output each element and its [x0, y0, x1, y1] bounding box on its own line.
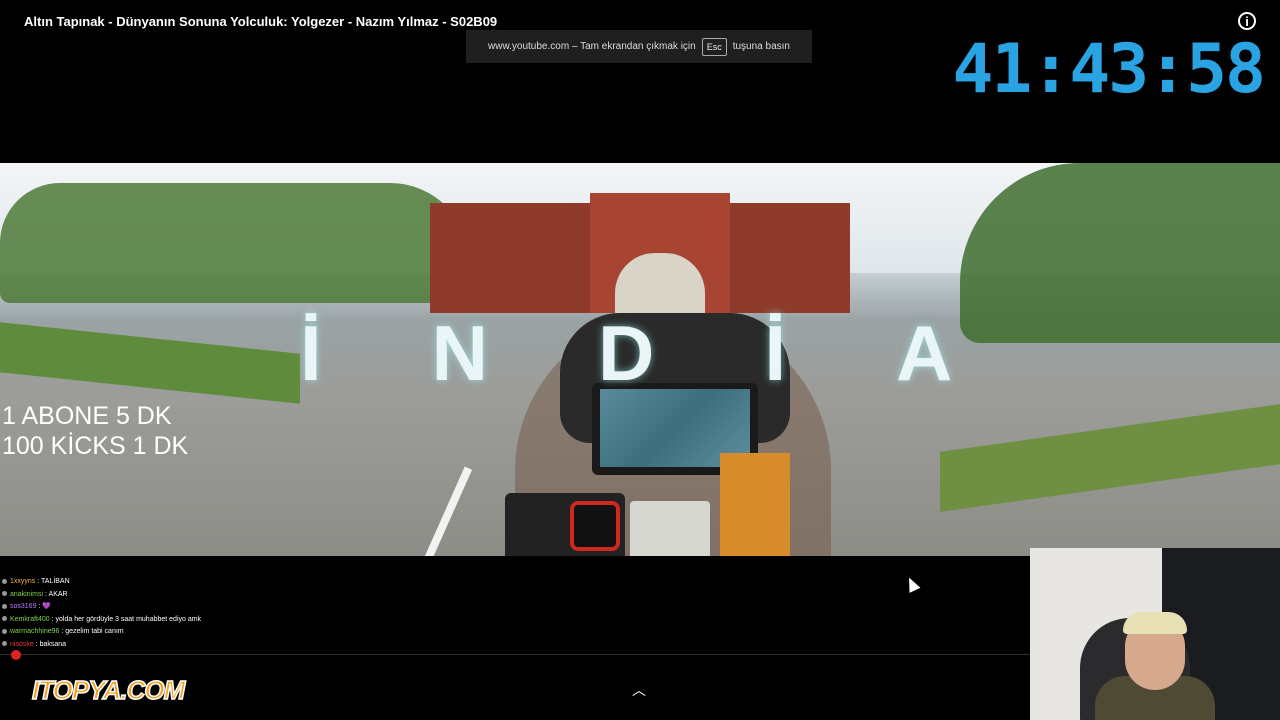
chat-text: : TALİBAN — [35, 578, 70, 585]
goal-line-1: 1 ABONE 5 DK — [2, 402, 172, 430]
chat-badge-icon — [2, 591, 7, 597]
toast-text-after: tuşuna basın — [732, 41, 790, 52]
chat-badge-icon — [2, 578, 7, 584]
dashboard — [630, 501, 710, 556]
chat-message: warmachhine96 : gezelim tabi canım — [2, 626, 201, 639]
chat-username: sos3169 — [10, 603, 37, 610]
chat-text: : yolda her gördüyle 3 saat muhabbet edi… — [49, 615, 202, 623]
info-icon[interactable]: i — [1238, 12, 1256, 30]
chat-text: : AKAR — [43, 590, 68, 598]
chat-text: : baksana — [33, 640, 67, 648]
webcam-feed — [1030, 548, 1280, 720]
chat-overlay: 1xxyyns : TALİBAN anakinimsi : AKAR sos316… — [2, 576, 201, 651]
chat-text: : gezelim tabi canım — [59, 628, 124, 635]
chat-message: anakinimsi : AKAR — [2, 589, 201, 602]
chat-message: 1xxyyns : TALİBAN — [2, 576, 201, 589]
video-title: Altın Tapınak - Dünyanın Sonuna Yolculuk… — [24, 14, 498, 29]
sponsor-logo: ITOPYA.COM — [31, 674, 186, 706]
video-frame[interactable]: İNDİA 1 ABONE 5 DK 100 KİCKS 1 DK — [0, 163, 1280, 556]
chat-username: anakinimsi — [10, 590, 44, 598]
chevron-up-icon[interactable]: ︿ — [632, 680, 646, 698]
chat-badge-icon — [2, 641, 7, 647]
chat-username: 1xxyyns — [10, 578, 36, 585]
stream-goal-overlay: 1 ABONE 5 DK 100 KİCKS 1 DK — [2, 401, 188, 461]
divider — [0, 654, 1030, 655]
stream-timer: 41:43:58 — [952, 30, 1266, 109]
record-dot-icon — [11, 650, 21, 660]
india-banner: İNDİA — [300, 309, 1063, 397]
chat-message: Kemkraft400 : yolda her gördüyle 3 saat … — [2, 614, 201, 627]
chat-badge-icon — [2, 603, 7, 609]
chat-badge-icon — [2, 628, 7, 634]
chat-message: nisoske : baksana — [2, 639, 201, 652]
toast-text-before: www.youtube.com – Tam ekrandan çıkmak iç… — [488, 41, 696, 52]
chat-username: nisoske — [10, 640, 34, 648]
chat-username: warmachhine96 — [10, 628, 60, 635]
esc-key: Esc — [701, 37, 727, 56]
mouse-cursor-icon — [903, 575, 921, 593]
chat-username: Kemkraft400 — [10, 615, 50, 623]
chat-text: : 💜 — [36, 603, 52, 610]
fullscreen-toast: www.youtube.com – Tam ekrandan çıkmak iç… — [466, 30, 812, 63]
chat-message: sos3169 : 💜 — [2, 601, 201, 614]
goal-line-2: 100 KİCKS 1 DK — [2, 432, 189, 460]
chat-badge-icon — [2, 616, 7, 622]
